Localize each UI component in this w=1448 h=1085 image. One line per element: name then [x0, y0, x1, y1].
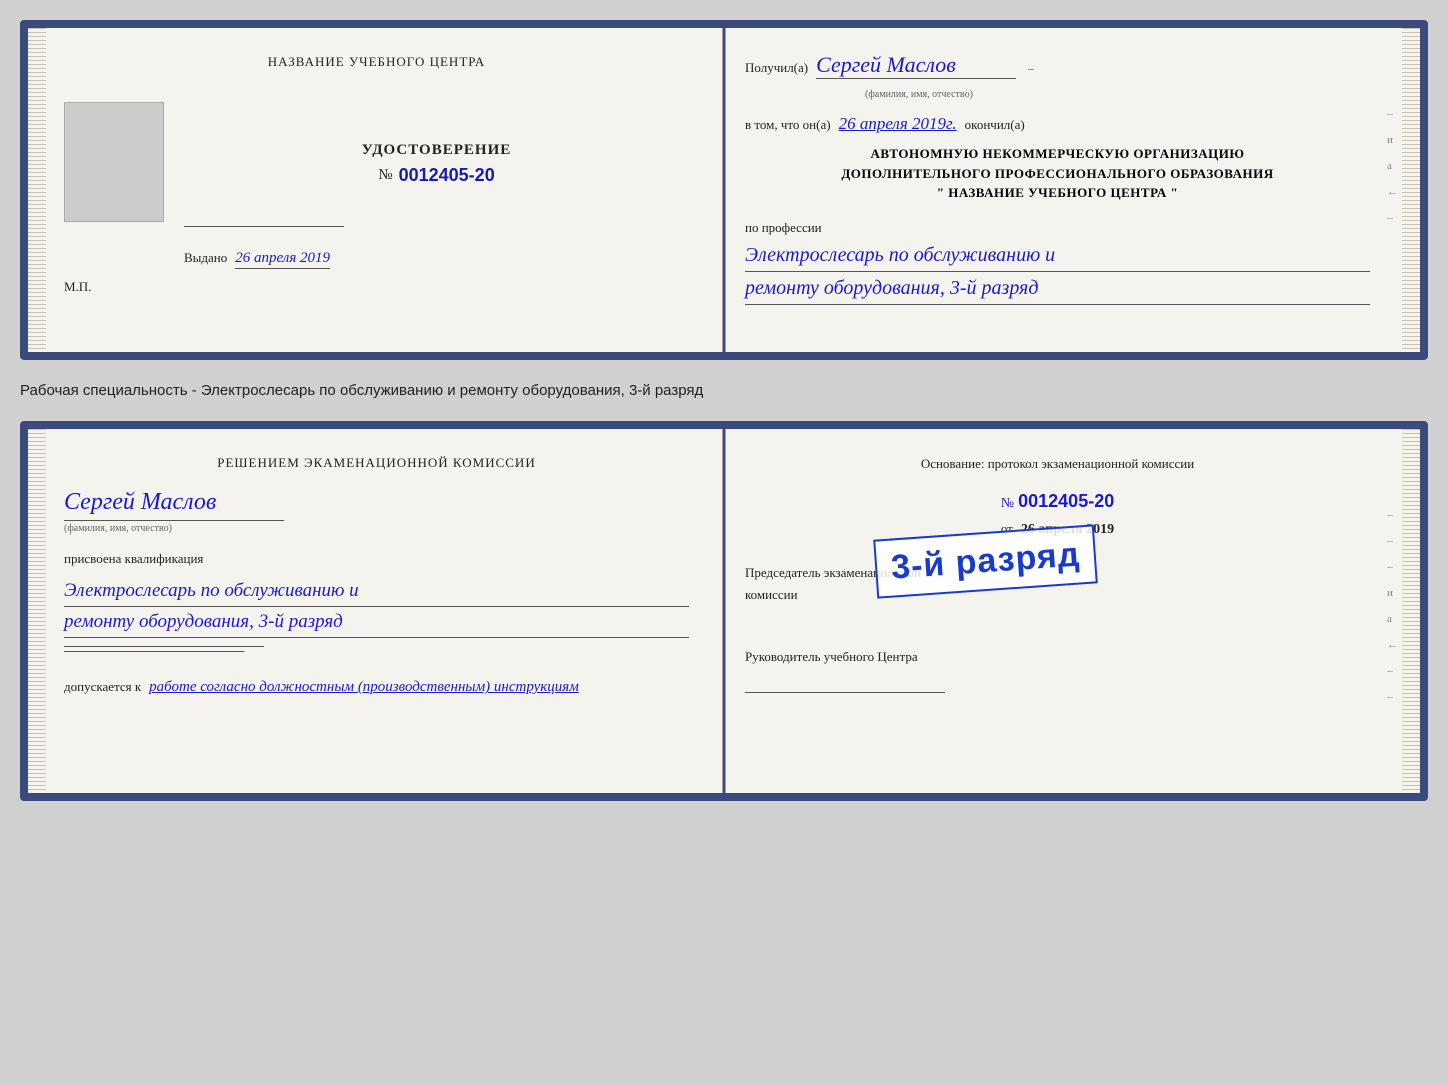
right-margin-letters-2: – – – и а ← – – [1387, 509, 1398, 703]
in-that-date: 26 апреля 2019г. [839, 114, 957, 134]
received-prefix: Получил(а) [745, 57, 808, 79]
qualification-prefix: присвоена квалификация [64, 548, 689, 570]
in-that-prefix: в том, что он(а) [745, 114, 831, 136]
doc2-left-half: Решением экаменационной комиссии Сергей … [28, 429, 717, 793]
profession-block: по профессии Электрослесарь по обслужива… [745, 217, 1370, 305]
dash1: – [1028, 61, 1034, 76]
org-line2: ДОПОЛНИТЕЛЬНОГО ПРОФЕССИОНАЛЬНОГО ОБРАЗО… [745, 164, 1370, 184]
stamp-text: 3-й разряд [890, 536, 1082, 588]
in-that-row: в том, что он(а) 26 апреля 2019г. окончи… [745, 114, 1370, 136]
org-quote1: " [937, 185, 945, 200]
doc1-right-half: Получил(а) Сергей Маслов – (фамилия, имя… [717, 28, 1420, 352]
received-row: Получил(а) Сергей Маслов – [745, 52, 1370, 79]
photo-placeholder [64, 102, 164, 222]
udost-number: 0012405-20 [399, 165, 495, 186]
doc2-number: 0012405-20 [1018, 491, 1114, 511]
right-margin-letters-1: – и а ← – [1387, 108, 1398, 224]
qual-line2: ремонту оборудования, 3-й разряд [64, 607, 689, 638]
qual-line1: Электрослесарь по обслуживанию и [64, 576, 689, 607]
number-prefix: № [378, 167, 392, 184]
fio-label2: (фамилия, имя, отчество) [64, 523, 689, 534]
profession-prefix: по профессии [745, 217, 1370, 239]
page-wrapper: НАЗВАНИЕ УЧЕБНОГО ЦЕНТРА УДОСТОВЕРЕНИЕ №… [20, 20, 1428, 801]
document-1: НАЗВАНИЕ УЧЕБНОГО ЦЕНТРА УДОСТОВЕРЕНИЕ №… [20, 20, 1428, 360]
org-name: НАЗВАНИЕ УЧЕБНОГО ЦЕНТРА [948, 185, 1167, 200]
org-line1: АВТОНОМНУЮ НЕКОММЕРЧЕСКУЮ ОРГАНИЗАЦИЮ [745, 144, 1370, 164]
vydano-date: 26 апреля 2019 [235, 250, 330, 269]
vydano-prefix: Выдано [184, 250, 227, 265]
profession-line1: Электрослесарь по обслуживанию и [745, 239, 1370, 272]
between-label: Рабочая специальность - Электрослесарь п… [20, 378, 1428, 403]
udost-title: УДОСТОВЕРЕНИЕ [184, 142, 689, 159]
doc1-training-center-title: НАЗВАНИЕ УЧЕБНОГО ЦЕНТРА [64, 52, 689, 72]
doc1-left-half: НАЗВАНИЕ УЧЕБНОГО ЦЕНТРА УДОСТОВЕРЕНИЕ №… [28, 28, 717, 352]
mp-label: М.П. [64, 279, 689, 295]
stamp-area: Председатель экзаменационной комиссии 3-… [745, 562, 1370, 606]
number-prefix2: № [1001, 496, 1014, 511]
org-quote2: " [1171, 185, 1179, 200]
head-label: Руководитель учебного Центра [745, 646, 1370, 668]
decision-label: Решением экаменационной комиссии [64, 453, 689, 473]
head-row: Руководитель учебного Центра [745, 646, 1370, 693]
number-row: № 0012405-20 [745, 491, 1370, 512]
org-name-line: " НАЗВАНИЕ УЧЕБНОГО ЦЕНТРА " [745, 183, 1370, 203]
document-2: Решением экаменационной комиссии Сергей … [20, 421, 1428, 801]
doc2-right-half: Основание: протокол экзаменационной коми… [717, 429, 1420, 793]
finished-label: окончил(а) [965, 114, 1025, 136]
org-block: АВТОНОМНУЮ НЕКОММЕРЧЕСКУЮ ОРГАНИЗАЦИЮ ДО… [745, 144, 1370, 203]
admitted-prefix: допускается к [64, 679, 141, 694]
admitted-text: работе согласно должностным (производств… [149, 679, 579, 695]
person-name: Сергей Маслов [64, 489, 216, 515]
profession-line2: ремонту оборудования, 3-й разряд [745, 272, 1370, 305]
admitted-row: допускается к работе согласно должностны… [64, 676, 689, 698]
fio-label1: (фамилия, имя, отчество) [865, 89, 1370, 100]
received-name: Сергей Маслов [816, 52, 1016, 79]
basis-label: Основание: протокол экзаменационной коми… [745, 453, 1370, 475]
